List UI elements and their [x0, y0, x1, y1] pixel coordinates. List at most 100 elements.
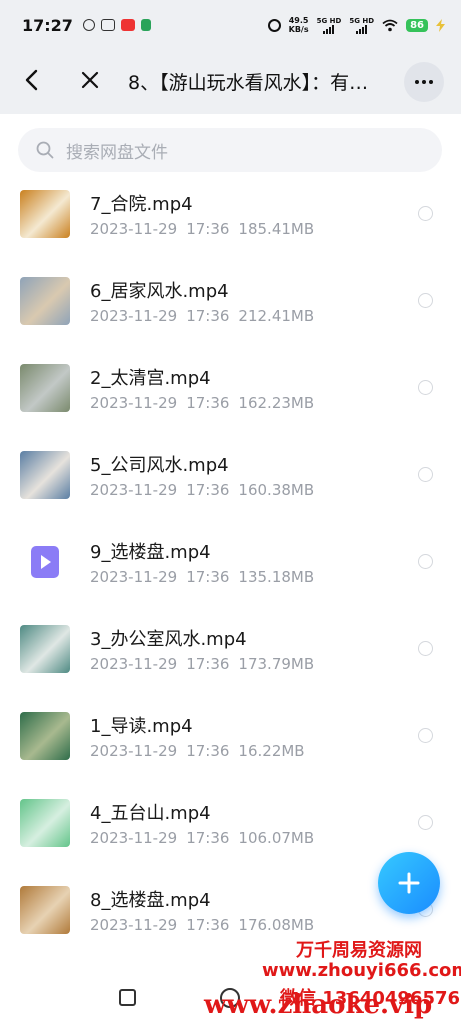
- file-meta: 2023-11-29 17:36 162.23MB: [90, 394, 323, 412]
- file-date: 2023-11-29: [90, 481, 178, 499]
- file-row[interactable]: 9_选楼盘.mp4 2023-11-29 17:36 135.18MB: [0, 534, 461, 621]
- file-size: 185.41MB: [238, 220, 315, 238]
- search-input[interactable]: 搜索网盘文件: [18, 128, 442, 172]
- file-meta: 2023-11-29 17:36 160.38MB: [90, 481, 323, 499]
- more-dot-icon: [429, 80, 433, 84]
- file-row[interactable]: 7_合院.mp4 2023-11-29 17:36 185.41MB: [0, 186, 461, 273]
- file-name: 3_办公室风水.mp4: [90, 629, 247, 650]
- file-time: 17:36: [186, 829, 230, 847]
- file-size: 106.07MB: [238, 829, 315, 847]
- file-size: 176.08MB: [238, 916, 315, 934]
- file-meta: 2023-11-29 17:36 106.07MB: [90, 829, 323, 847]
- file-time: 17:36: [186, 916, 230, 934]
- file-size: 16.22MB: [238, 742, 305, 760]
- file-date: 2023-11-29: [90, 916, 178, 934]
- recent-apps-button[interactable]: [119, 989, 136, 1006]
- file-row[interactable]: 5_公司风水.mp4 2023-11-29 17:36 160.38MB: [0, 447, 461, 534]
- file-name: 1_导读.mp4: [90, 716, 193, 737]
- close-button[interactable]: [74, 64, 106, 96]
- select-radio[interactable]: [418, 815, 433, 830]
- file-time: 17:36: [186, 568, 230, 586]
- file-name: 2_太清宫.mp4: [90, 368, 211, 389]
- select-radio[interactable]: [418, 728, 433, 743]
- signal-sim2: 5G HD: [349, 17, 374, 34]
- video-thumbnail: [20, 364, 70, 412]
- search-placeholder: 搜索网盘文件: [66, 142, 168, 163]
- file-row[interactable]: 6_居家风水.mp4 2023-11-29 17:36 212.41MB: [0, 273, 461, 360]
- video-thumbnail: [20, 190, 70, 238]
- alarm-icon: [267, 18, 281, 32]
- select-radio[interactable]: [418, 467, 433, 482]
- file-size: 160.38MB: [238, 481, 315, 499]
- file-size: 162.23MB: [238, 394, 315, 412]
- video-thumbnail: [20, 799, 70, 847]
- file-time: 17:36: [186, 742, 230, 760]
- title-bar: 8、【游山玩水看风水】：有…: [0, 50, 461, 114]
- watermark-line-4: www.zhaoke.vip: [204, 990, 433, 1020]
- red-badge-notification-icon: [120, 19, 135, 31]
- plus-icon: [398, 872, 420, 894]
- select-radio[interactable]: [418, 380, 433, 395]
- signal-bars-icon: [356, 24, 368, 34]
- green-app-notification-icon: [140, 19, 151, 31]
- file-date: 2023-11-29: [90, 307, 178, 325]
- select-radio[interactable]: [418, 293, 433, 308]
- file-time: 17:36: [186, 307, 230, 325]
- net-speed-value: 49.5: [288, 16, 309, 25]
- file-meta: 2023-11-29 17:36 16.22MB: [90, 742, 314, 760]
- status-right-group: 49.5 KB/s 5G HD 5G HD 86: [267, 16, 445, 34]
- add-button[interactable]: [378, 852, 440, 914]
- file-date: 2023-11-29: [90, 394, 178, 412]
- file-name: 6_居家风水.mp4: [90, 281, 229, 302]
- signal-bars-icon: [323, 24, 335, 34]
- file-meta: 2023-11-29 17:36 135.18MB: [90, 568, 323, 586]
- file-name: 9_选楼盘.mp4: [90, 542, 211, 563]
- file-date: 2023-11-29: [90, 829, 178, 847]
- page-title: 8、【游山玩水看风水】：有…: [128, 72, 369, 94]
- file-name: 7_合院.mp4: [90, 194, 193, 215]
- battery-indicator: 86: [406, 18, 428, 32]
- file-size: 173.79MB: [238, 655, 315, 673]
- file-size: 135.18MB: [238, 568, 315, 586]
- sim2-label: 5G HD: [349, 16, 375, 25]
- video-thumbnail: [20, 886, 70, 934]
- file-time: 17:36: [186, 655, 230, 673]
- net-speed-unit: KB/s: [288, 25, 309, 34]
- file-date: 2023-11-29: [90, 742, 178, 760]
- wifi-icon: [382, 19, 398, 31]
- file-name: 5_公司风水.mp4: [90, 455, 229, 476]
- select-radio[interactable]: [418, 206, 433, 221]
- file-list: 7_合院.mp4 2023-11-29 17:36 185.41MB 6_居家风水.mp…: [0, 186, 461, 969]
- back-button[interactable]: [16, 64, 48, 96]
- video-thumbnail: [20, 451, 70, 499]
- file-row[interactable]: 2_太清宫.mp4 2023-11-29 17:36 162.23MB: [0, 360, 461, 447]
- more-options-button[interactable]: [404, 62, 444, 102]
- shield-notification-icon: [100, 19, 115, 31]
- file-date: 2023-11-29: [90, 568, 178, 586]
- file-meta: 2023-11-29 17:36 176.08MB: [90, 916, 323, 934]
- status-time: 17:27: [22, 15, 73, 35]
- file-meta: 2023-11-29 17:36 212.41MB: [90, 307, 323, 325]
- file-date: 2023-11-29: [90, 655, 178, 673]
- file-time: 17:36: [186, 394, 230, 412]
- file-meta: 2023-11-29 17:36 185.41MB: [90, 220, 323, 238]
- file-name: 8_选楼盘.mp4: [90, 890, 211, 911]
- more-dot-icon: [422, 80, 426, 84]
- file-date: 2023-11-29: [90, 220, 178, 238]
- file-meta: 2023-11-29 17:36 173.79MB: [90, 655, 323, 673]
- close-icon: [81, 71, 99, 89]
- back-arrow-icon: [25, 69, 38, 91]
- sim1-label: 5G HD: [316, 16, 342, 25]
- file-row[interactable]: 3_办公室风水.mp4 2023-11-29 17:36 173.79MB: [0, 621, 461, 708]
- select-radio[interactable]: [418, 554, 433, 569]
- watermark-line-2: www.zhouyi666.com: [262, 960, 461, 981]
- search-icon: [36, 141, 54, 159]
- file-row[interactable]: 1_导读.mp4 2023-11-29 17:36 16.22MB: [0, 708, 461, 795]
- file-time: 17:36: [186, 481, 230, 499]
- signal-sim1: 5G HD: [316, 16, 342, 34]
- notification-icons: [82, 19, 151, 31]
- more-dot-icon: [415, 80, 419, 84]
- select-radio[interactable]: [418, 641, 433, 656]
- watermark-line-1: 万千周易资源网: [296, 940, 422, 961]
- charging-bolt-icon: [436, 18, 445, 32]
